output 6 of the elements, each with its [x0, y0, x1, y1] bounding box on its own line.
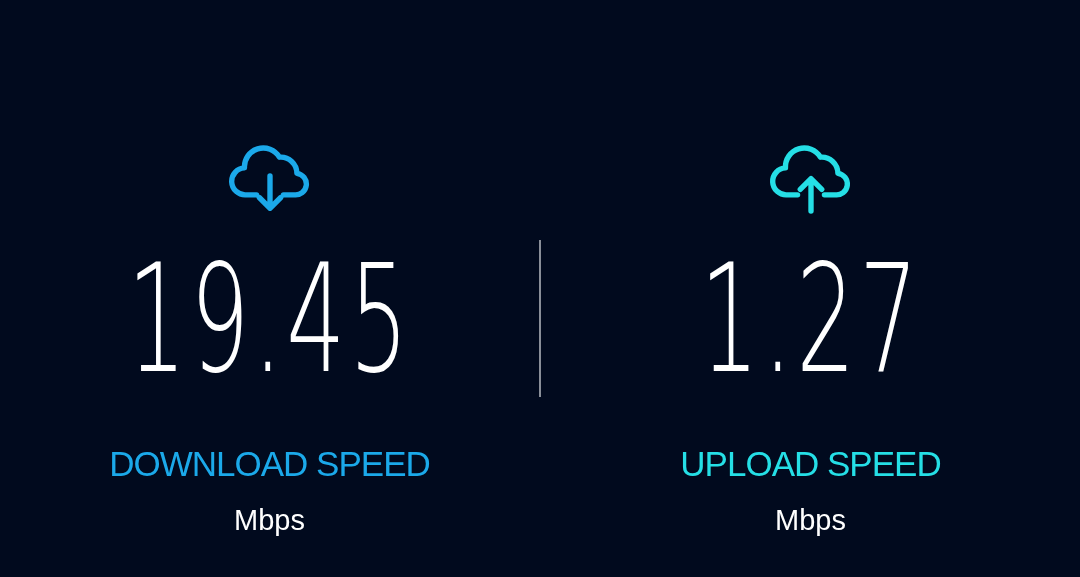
speed-value: 19.45	[127, 244, 412, 394]
speed-label: DOWNLOAD SPEED	[109, 446, 430, 481]
speed-value: 1.27	[699, 244, 922, 394]
unit-label: Mbps	[234, 506, 305, 535]
unit-label: Mbps	[775, 506, 846, 535]
speed-label: UPLOAD SPEED	[680, 446, 941, 481]
